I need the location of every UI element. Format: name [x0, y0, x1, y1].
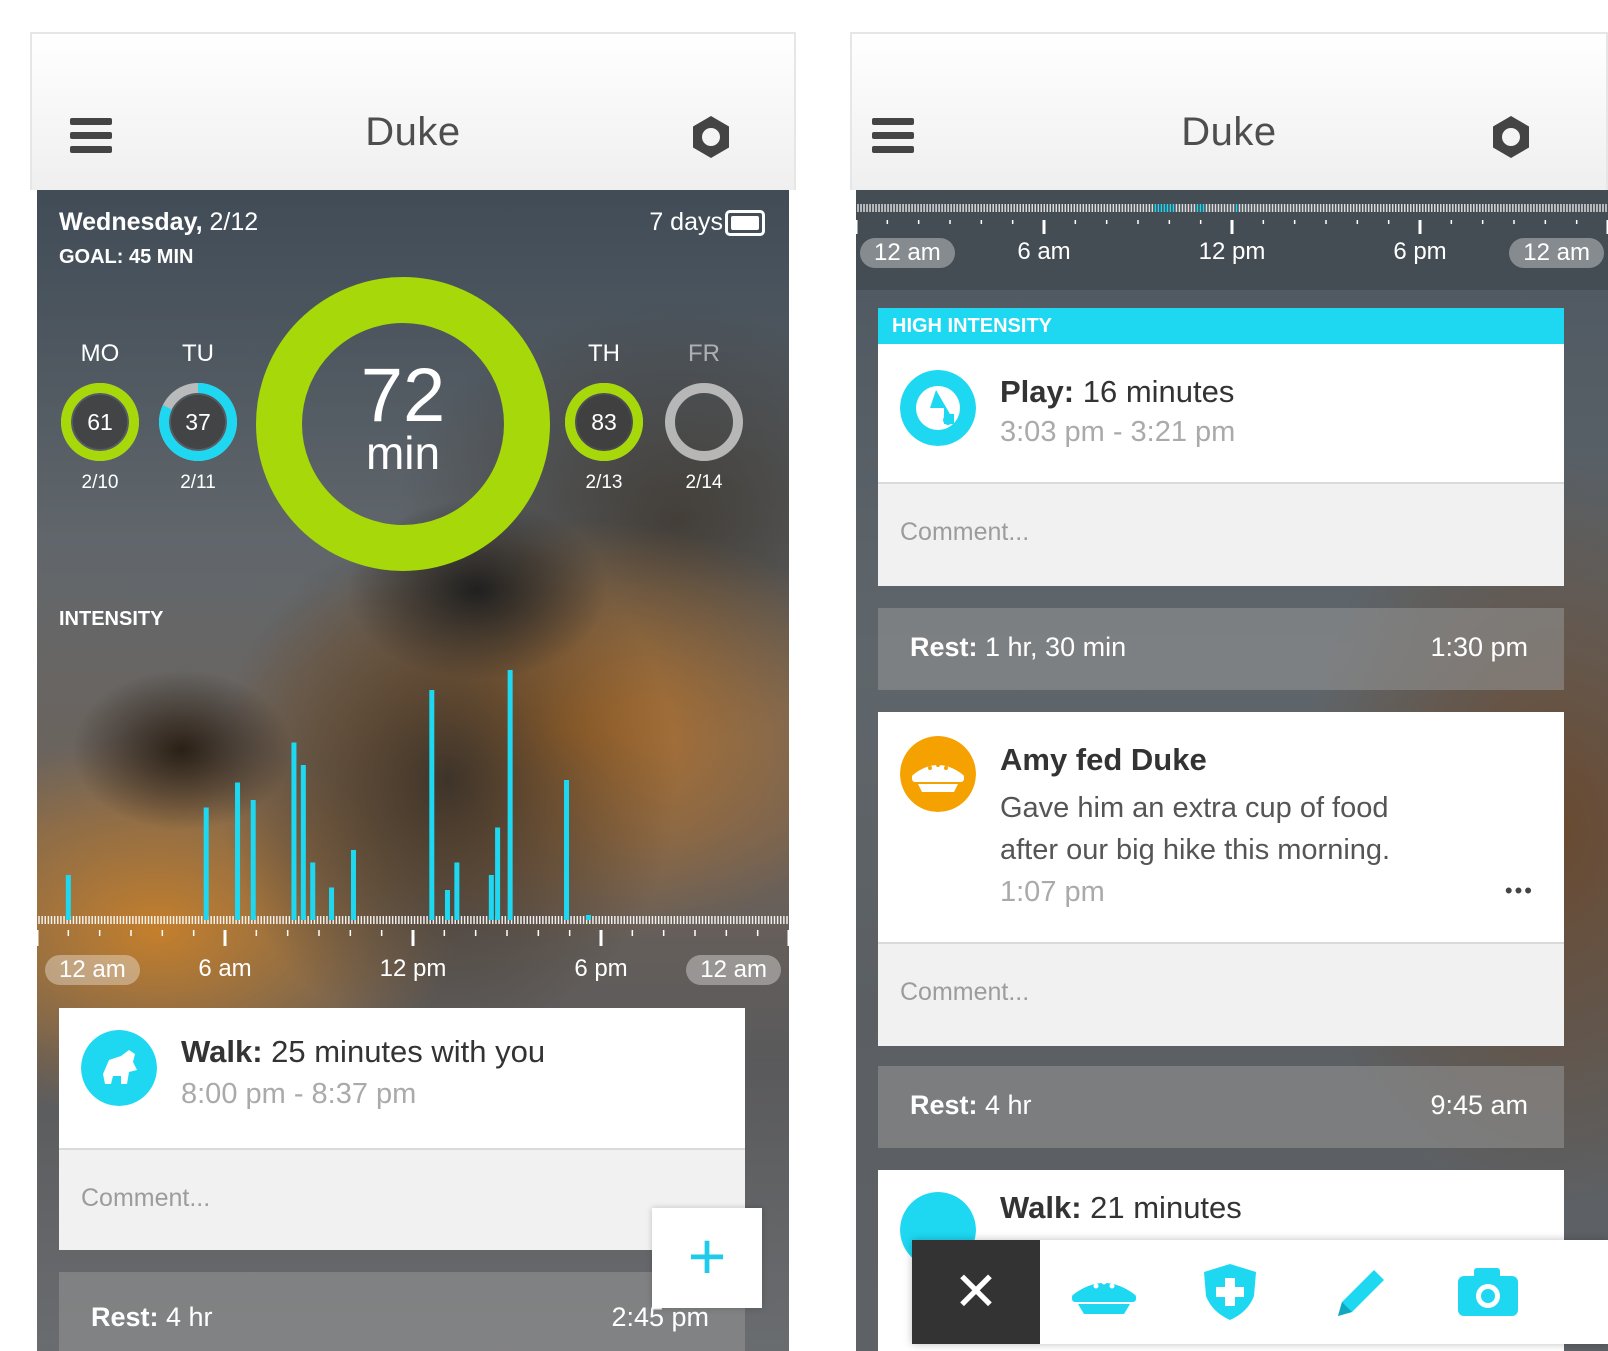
intensity-bar [65, 875, 71, 920]
rest-row-2[interactable]: Rest: 4 hr 9:45 am [878, 1066, 1564, 1148]
feeding-title: Amy fed Duke [1000, 742, 1207, 777]
rest-row[interactable]: Rest: 4 hr 2:45 pm [59, 1272, 745, 1351]
intensity-chart [37, 670, 789, 946]
settings-icon[interactable] [1488, 114, 1534, 160]
feeding-note-line2: after our big hike this morning. [1000, 834, 1391, 866]
day-progress-ring: 61 [61, 383, 139, 461]
activity-feed: 12 am 6 am 12 pm 6 pm 12 am HIGH INTENSITY P… [856, 190, 1608, 1351]
food-bowl-icon[interactable] [1068, 1262, 1140, 1322]
more-options-button[interactable]: ••• [1505, 878, 1534, 904]
day-date: 2/14 [685, 472, 723, 493]
day-ring-mo[interactable]: MO 61 2/10 [55, 340, 145, 494]
timeline-screen: Duke 12 am 6 am 12 pm 6 pm 12 am HIGH INTENS… [850, 32, 1608, 1351]
feeding-time: 1:07 pm [1000, 876, 1105, 908]
time-tick-label: 12 pm [379, 955, 447, 982]
rest-time: 9:45 am [1430, 1090, 1528, 1120]
pencil-icon[interactable] [1324, 1262, 1396, 1322]
day-minutes-value: 83 [591, 409, 617, 435]
calendar-range-icon[interactable] [725, 210, 765, 236]
intensity-bar [350, 850, 356, 920]
dashboard-screen: Duke Wednesday, 2/12 GOAL: 45 MIN 7 days… [30, 32, 796, 1351]
walk-time: 8:00 pm - 8:37 pm [181, 1078, 417, 1110]
today-minutes-value: 72 [360, 353, 446, 438]
time-tick-label: 6 am [198, 955, 252, 982]
intensity-bar [250, 800, 256, 920]
day-ring-fr[interactable]: FR 2/14 [659, 340, 749, 494]
dog-walk-icon [81, 1030, 157, 1106]
day-date: 2/10 [81, 472, 119, 493]
day-minutes-value: 37 [185, 409, 211, 435]
day-progress-ring: 37 [159, 383, 237, 461]
intensity-bar [564, 780, 570, 920]
intensity-bar [291, 742, 297, 920]
quick-add-toolbar: ✕ [912, 1240, 1608, 1344]
day-progress-ring: 83 [565, 383, 643, 461]
food-bowl-icon [900, 736, 976, 812]
rest-time: 1:30 pm [1430, 632, 1528, 662]
day-ring-tu[interactable]: TU 37 2/11 [153, 340, 243, 494]
day-progress-ring [665, 383, 743, 461]
time-tick-label: 12 am [686, 955, 781, 985]
nav-bar: Duke [30, 32, 796, 190]
day-label: FR [688, 340, 720, 367]
time-tick-label: 6 pm [574, 955, 628, 982]
settings-icon[interactable] [688, 114, 734, 160]
intensity-bar [329, 887, 335, 920]
time-tick-label: 6 am [1017, 238, 1071, 265]
intensity-bar [235, 782, 241, 920]
day-label: TH [588, 340, 620, 367]
nav-bar: Duke [850, 32, 1608, 190]
feeding-card[interactable]: Amy fed Duke Gave him an extra cup of fo… [878, 712, 1564, 1046]
dog-play-icon [900, 370, 976, 446]
time-tick-label: 12 am [1509, 238, 1604, 268]
goal-label: GOAL: 45 MIN [59, 246, 194, 268]
time-tick-label: 12 pm [1198, 238, 1266, 265]
feeding-comment-input[interactable]: Comment... [878, 942, 1564, 1046]
intensity-bar [507, 670, 513, 920]
intensity-bar [495, 827, 501, 920]
intensity-bar [310, 862, 316, 920]
day-date: 2/13 [585, 472, 623, 493]
current-date: Wednesday, 2/12 [59, 208, 259, 236]
walk-comment-input[interactable]: Comment... [59, 1148, 745, 1250]
add-activity-button[interactable]: + [652, 1208, 762, 1308]
range-label[interactable]: 7 days [649, 208, 723, 237]
play-activity-card[interactable]: Play: 16 minutes 3:03 pm - 3:21 pm Comme… [878, 344, 1564, 586]
pet-name-title: Duke [365, 110, 461, 154]
intensity-bar [203, 807, 209, 920]
intensity-bar [429, 690, 435, 920]
walk-title: Walk: 21 minutes [1000, 1190, 1242, 1225]
intensity-bar [488, 875, 494, 920]
close-button[interactable]: ✕ [912, 1240, 1040, 1344]
time-tick-label: 12 am [860, 238, 955, 268]
intensity-bar [585, 915, 591, 920]
day-label: TU [182, 340, 214, 367]
day-ring-th[interactable]: TH 83 2/13 [559, 340, 649, 494]
day-date: 2/11 [180, 472, 216, 493]
intensity-bar [454, 862, 460, 920]
high-intensity-banner: HIGH INTENSITY [878, 308, 1564, 344]
play-comment-input[interactable]: Comment... [878, 482, 1564, 586]
camera-icon[interactable] [1452, 1262, 1524, 1322]
day-label: MO [80, 340, 120, 367]
day-timeline[interactable]: 12 am 6 am 12 pm 6 pm 12 am [856, 190, 1608, 290]
rest-row-1[interactable]: Rest: 1 hr, 30 min 1:30 pm [878, 608, 1564, 690]
walk-title: Walk: 25 minutes with you [181, 1034, 546, 1069]
walk-activity-card[interactable]: Walk: 25 minutes with you 8:00 pm - 8:37… [59, 1008, 745, 1250]
today-minutes-unit: min [365, 427, 441, 479]
intensity-label: INTENSITY [59, 608, 164, 630]
health-shield-icon[interactable] [1194, 1262, 1266, 1322]
feeding-note-line1: Gave him an extra cup of food [1000, 792, 1389, 824]
play-title: Play: 16 minutes [1000, 374, 1235, 409]
activity-hero: Wednesday, 2/12 GOAL: 45 MIN 7 days MO 61… [37, 190, 789, 1351]
intensity-bar [444, 890, 450, 920]
play-time: 3:03 pm - 3:21 pm [1000, 416, 1236, 448]
time-tick-label: 12 am [45, 955, 140, 985]
day-minutes-value: 61 [87, 409, 113, 435]
intensity-bar [300, 765, 306, 920]
time-tick-label: 6 pm [1393, 238, 1447, 265]
